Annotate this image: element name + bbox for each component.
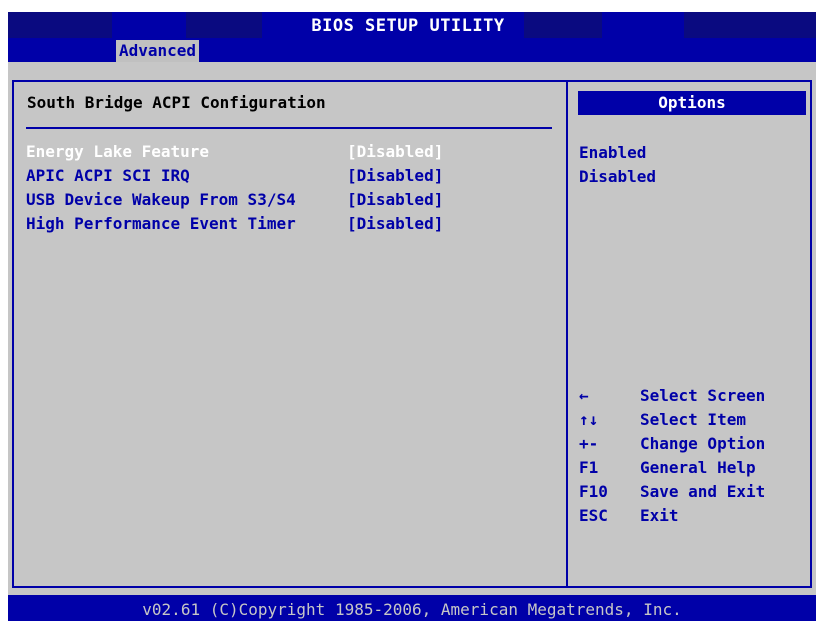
plus-minus-icon: +- xyxy=(579,434,599,453)
help-key: F1 xyxy=(579,458,599,477)
up-down-arrow-icon: ↑↓ xyxy=(579,410,599,429)
setting-value[interactable]: [Disabled] xyxy=(347,140,443,164)
setting-label: USB Device Wakeup From S3/S4 xyxy=(26,190,296,209)
panel-divider xyxy=(566,80,568,588)
help-desc: Select Screen xyxy=(640,386,766,405)
page-title: South Bridge ACPI Configuration xyxy=(27,93,326,112)
setting-value[interactable]: [Disabled] xyxy=(347,188,443,212)
setting-label: APIC ACPI SCI IRQ xyxy=(26,166,190,185)
top-strip xyxy=(0,0,816,12)
help-desc: General Help xyxy=(640,458,756,477)
copyright-footer: v02.61 (C)Copyright 1985-2006, American … xyxy=(8,595,816,621)
tab-advanced[interactable]: Advanced xyxy=(116,40,200,62)
help-desc: Save and Exit xyxy=(640,482,766,501)
option-disabled[interactable]: Disabled xyxy=(579,165,656,189)
options-header: Options xyxy=(578,91,806,115)
left-arrow-icon: ← xyxy=(579,386,589,405)
help-key: ESC xyxy=(579,506,608,525)
setting-value[interactable]: [Disabled] xyxy=(347,164,443,188)
help-desc: Select Item xyxy=(640,410,746,429)
title-underline xyxy=(26,127,552,129)
option-enabled[interactable]: Enabled xyxy=(579,141,646,165)
setting-label: Energy Lake Feature xyxy=(26,142,210,161)
setting-label: High Performance Event Timer xyxy=(26,214,296,233)
app-title: BIOS SETUP UTILITY xyxy=(311,16,505,36)
help-desc: Exit xyxy=(640,506,679,525)
help-key: F10 xyxy=(579,482,608,501)
setting-value[interactable]: [Disabled] xyxy=(347,212,443,236)
help-desc: Change Option xyxy=(640,434,766,453)
